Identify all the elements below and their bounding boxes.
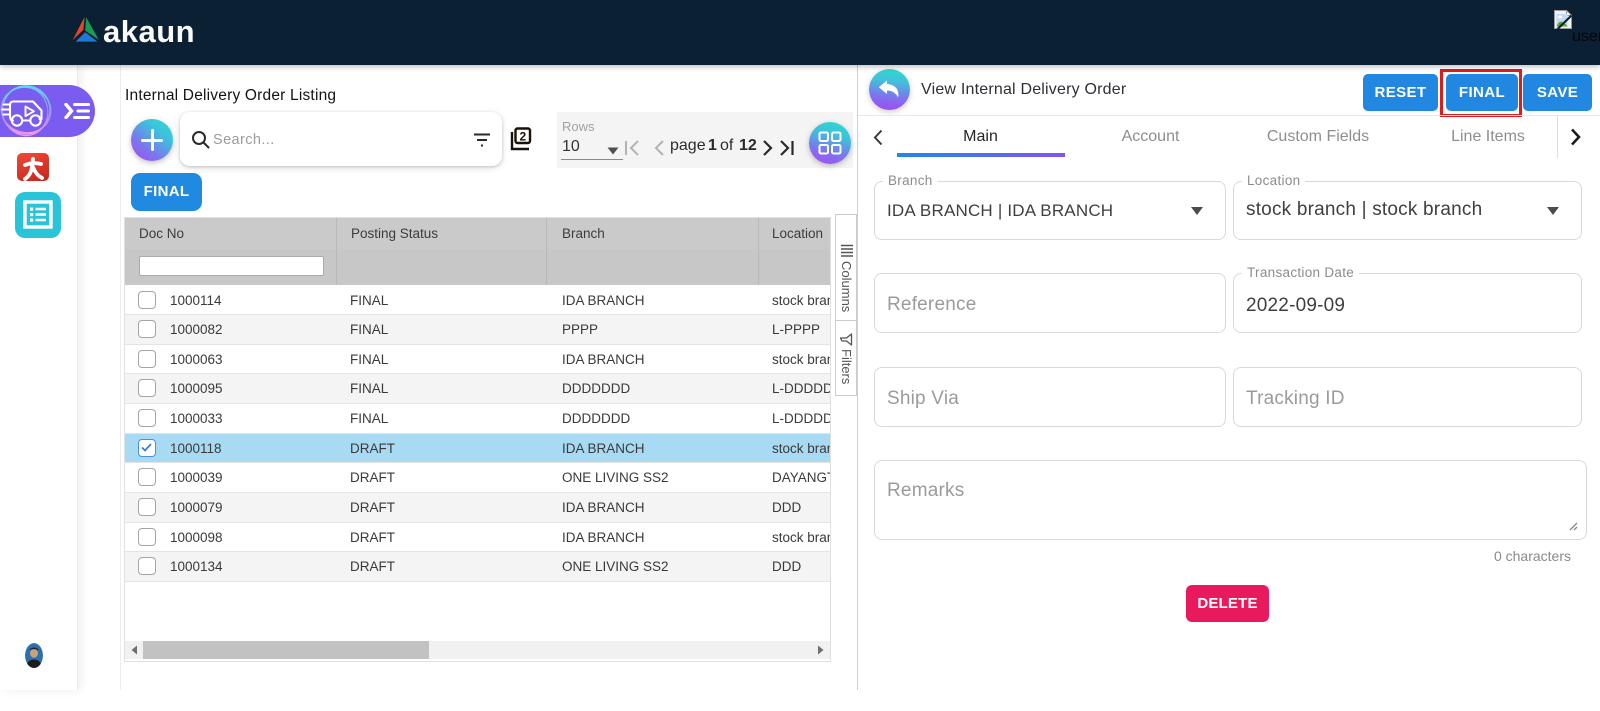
- svg-text:2: 2: [519, 130, 526, 144]
